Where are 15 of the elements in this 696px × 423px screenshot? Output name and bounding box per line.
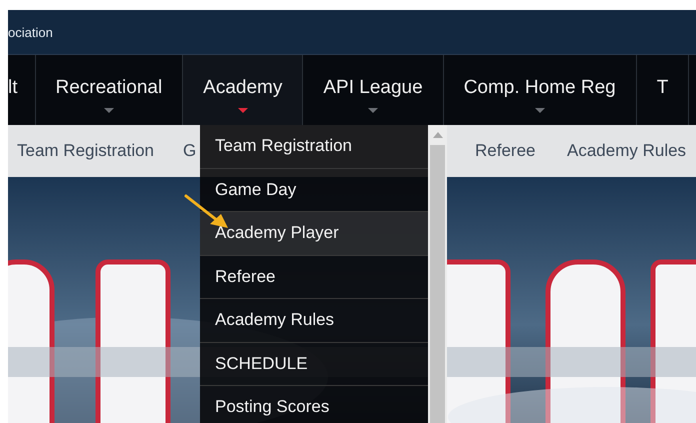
site-title: ociation (8, 24, 53, 40)
subnav-link[interactable]: G (183, 141, 196, 161)
subnav-link[interactable]: Team Registration (17, 141, 154, 161)
dropdown-item[interactable]: Game Day (200, 168, 428, 212)
subnav-link[interactable]: Referee (475, 141, 536, 161)
dropdown-item[interactable]: SCHEDULE (200, 342, 428, 386)
dropdown-item[interactable]: Referee (200, 256, 428, 299)
subnav-link[interactable]: Academy Rules (567, 141, 686, 161)
nav-tab[interactable]: Academy (183, 55, 304, 125)
dropdown-item[interactable]: Academy Rules (200, 299, 428, 342)
scroll-up-icon[interactable] (432, 132, 442, 138)
dropdown-item[interactable]: Team Registration (200, 125, 428, 168)
scrollbar[interactable] (428, 125, 447, 423)
dropdown-item[interactable]: Posting Scores (200, 386, 428, 423)
dropdown-item[interactable]: Academy Player (200, 212, 428, 256)
